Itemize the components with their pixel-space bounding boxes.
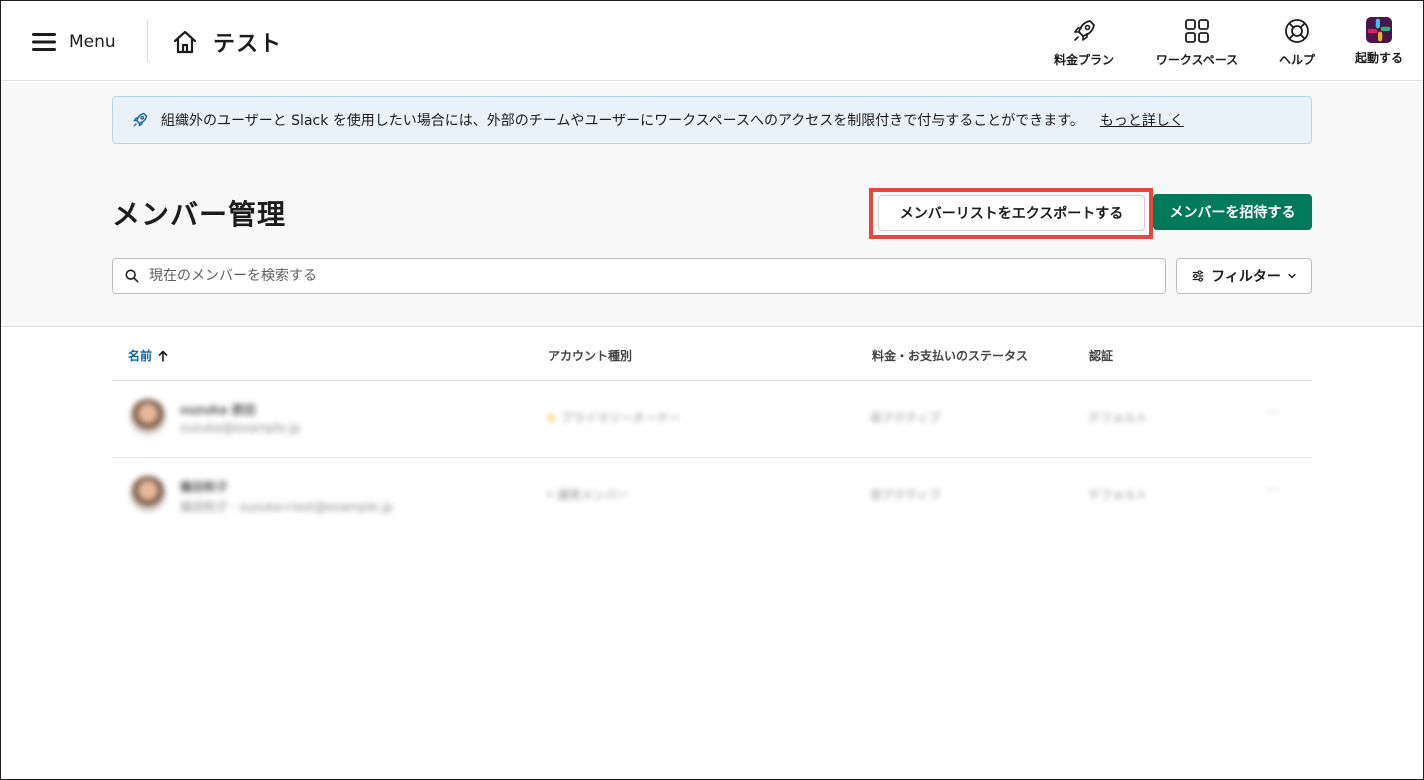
member-name: 篠田和子 xyxy=(180,480,229,494)
nav-pricing-label: 料金プラン xyxy=(1053,53,1114,67)
member-account-type: • 通常メンバー xyxy=(546,486,629,503)
member-email: suzuka@example.jp xyxy=(180,421,301,435)
chevron-down-icon xyxy=(1288,273,1296,279)
table-row[interactable]: suzuka 原田 suzuka@example.jp ★ プライマリーオーナー… xyxy=(112,381,1312,457)
header-divider xyxy=(147,20,148,62)
avatar xyxy=(130,476,166,512)
info-banner: 組織外のユーザーと Slack を使用したい場合には、外部のチームやユーザーにワ… xyxy=(112,96,1312,144)
learn-more-link[interactable]: もっと詳しく xyxy=(1100,110,1184,130)
home-icon xyxy=(173,30,197,54)
banner-text: 組織外のユーザーと Slack を使用したい場合には、外部のチームやユーザーにワ… xyxy=(161,113,1084,129)
top-header: Menu テスト 料金プラン ワークスペース ヘルプ 起動する xyxy=(1,1,1423,81)
more-actions-icon[interactable]: ··· xyxy=(1266,482,1279,498)
nav-launch-label: 起動する xyxy=(1354,51,1403,65)
nav-pricing[interactable]: 料金プラン xyxy=(1039,17,1129,68)
member-account-type-label: 通常メンバー xyxy=(556,488,629,502)
invite-members-button[interactable]: メンバーを招待する xyxy=(1153,194,1312,230)
person-icon: • xyxy=(546,488,554,502)
column-header-name-label: 名前 xyxy=(128,349,153,363)
member-account-type-label: プライマリーオーナー xyxy=(560,411,681,425)
slack-logo-icon xyxy=(1366,17,1392,43)
table-row[interactable]: 篠田和子 篠田和子 · suzuka+test@example.jp • 通常メ… xyxy=(112,458,1312,534)
member-email: 篠田和子 · suzuka+test@example.jp xyxy=(180,500,393,514)
member-name: suzuka 原田 xyxy=(180,403,256,417)
search-input[interactable] xyxy=(149,268,1129,284)
filter-button[interactable]: フィルター xyxy=(1176,258,1312,294)
filter-label: フィルター xyxy=(1211,269,1281,285)
member-billing-status: 非アクティブ xyxy=(870,411,941,425)
column-header-authentication[interactable]: 認証 xyxy=(1089,347,1113,364)
rocket-icon xyxy=(1074,20,1095,41)
nav-help[interactable]: ヘルプ xyxy=(1252,17,1342,68)
member-billing-status: 非アクティブ xyxy=(870,488,941,502)
page-title: メンバー管理 xyxy=(112,198,287,231)
nav-workspace[interactable]: ワークスペース xyxy=(1152,17,1242,68)
menu-label: Menu xyxy=(69,32,116,52)
avatar xyxy=(130,399,166,435)
workspace-home-link[interactable]: テスト xyxy=(171,25,282,59)
menu-button[interactable]: Menu xyxy=(31,25,116,59)
nav-help-label: ヘルプ xyxy=(1278,53,1315,67)
column-header-billing-status[interactable]: 料金・お支払いのステータス xyxy=(872,347,1028,364)
member-auth: デフォルト xyxy=(1088,488,1149,502)
hamburger-icon xyxy=(32,33,56,51)
column-header-account-type[interactable]: アカウント種別 xyxy=(548,347,632,364)
search-icon xyxy=(125,269,139,283)
nav-launch[interactable]: 起動する xyxy=(1334,17,1424,66)
arrow-up-icon xyxy=(158,350,168,362)
sliders-icon xyxy=(1192,270,1204,282)
member-auth: デフォルト xyxy=(1088,411,1149,425)
more-actions-icon[interactable]: ··· xyxy=(1266,405,1279,421)
member-account-type: ★ プライマリーオーナー xyxy=(546,409,681,426)
lifebuoy-icon xyxy=(1285,19,1309,43)
member-search-box[interactable] xyxy=(112,258,1166,294)
highlight-box xyxy=(869,188,1153,239)
column-header-name[interactable]: 名前 xyxy=(128,347,168,364)
workspace-name: テスト xyxy=(213,32,283,57)
grid-icon xyxy=(1185,19,1209,43)
nav-workspace-label: ワークスペース xyxy=(1155,53,1239,67)
star-icon: ★ xyxy=(546,411,557,425)
rocket-icon xyxy=(133,112,148,127)
